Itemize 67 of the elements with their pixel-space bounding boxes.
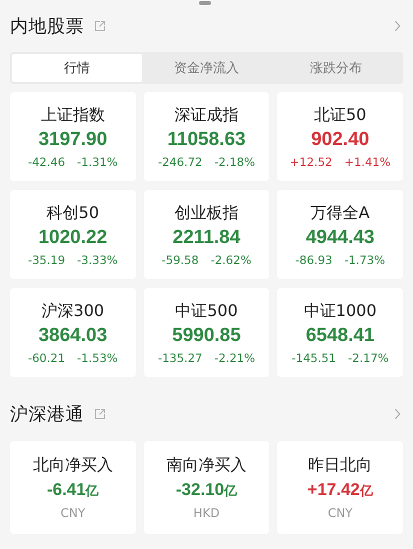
flow-card[interactable]: 南向净买入 -32.10亿 HKD (144, 441, 270, 534)
index-name: 万得全A (310, 202, 370, 224)
section-title: 沪深港通 (10, 403, 84, 426)
flow-name: 昨日北向 (308, 454, 372, 476)
change-value: +12.52 (290, 154, 332, 170)
flow-value: +17.42亿 (307, 479, 373, 501)
index-card[interactable]: 创业板指 2211.84 -59.58 -2.62% (144, 190, 270, 279)
change-percent: -2.62% (210, 252, 252, 268)
index-value: 5990.85 (172, 324, 241, 348)
change-percent: -2.18% (214, 154, 256, 170)
currency-label: CNY (60, 505, 86, 521)
change-value: -86.93 (295, 252, 332, 268)
index-value: 6548.41 (306, 324, 374, 348)
index-value: 11058.63 (167, 128, 246, 152)
flow-card[interactable]: 北向净买入 -6.41亿 CNY (10, 441, 136, 534)
chevron-right-icon[interactable] (394, 408, 401, 420)
share-icon[interactable] (94, 408, 106, 420)
change-percent: +1.41% (344, 154, 391, 170)
index-value: 1020.22 (38, 226, 108, 250)
share-icon[interactable] (94, 20, 106, 32)
change-percent: -1.53% (77, 350, 118, 366)
index-card[interactable]: 科创50 1020.22 -35.19 -3.33% (10, 190, 136, 279)
index-card[interactable]: 中证1000 6548.41 -145.51 -2.17% (277, 288, 403, 377)
change-percent: -1.73% (344, 252, 386, 268)
index-value: 3864.03 (38, 324, 108, 348)
tab[interactable]: 涨跌分布 (271, 54, 402, 82)
tab[interactable]: 行情 (12, 54, 142, 82)
index-card[interactable]: 深证成指 11058.63 -246.72 -2.18% (144, 92, 270, 181)
currency-label: CNY (328, 505, 352, 521)
change-value: -145.51 (292, 350, 336, 366)
index-card[interactable]: 万得全A 4944.43 -86.93 -1.73% (277, 190, 403, 279)
flow-value: -32.10亿 (176, 479, 238, 501)
index-name: 创业板指 (174, 202, 238, 224)
chevron-right-icon[interactable] (394, 20, 401, 32)
change-value: -42.46 (28, 154, 66, 170)
index-name: 中证500 (175, 300, 238, 322)
index-card[interactable]: 上证指数 3197.90 -42.46 -1.31% (10, 92, 136, 181)
flow-name: 南向净买入 (166, 454, 246, 476)
index-card[interactable]: 沪深300 3864.03 -60.21 -1.53% (10, 288, 136, 377)
change-percent: -1.31% (77, 154, 118, 170)
index-name: 中证1000 (304, 300, 377, 322)
change-value: -246.72 (158, 154, 202, 170)
flow-value: -6.41亿 (46, 479, 99, 501)
change-value: -59.58 (162, 252, 199, 268)
tab[interactable]: 资金净流入 (142, 54, 272, 82)
drag-handle[interactable] (199, 1, 211, 5)
index-name: 深证成指 (174, 104, 238, 126)
index-card[interactable]: 北证50 902.40 +12.52 +1.41% (277, 92, 403, 181)
index-name: 上证指数 (40, 104, 105, 126)
change-value: -35.19 (28, 252, 66, 268)
flow-name: 北向净买入 (32, 454, 113, 476)
index-name: 科创50 (46, 202, 99, 224)
change-value: -60.21 (28, 350, 66, 366)
index-value: 4944.43 (306, 226, 374, 250)
index-value: 902.40 (311, 128, 370, 152)
change-percent: -2.17% (348, 350, 389, 366)
index-value: 2211.84 (172, 226, 240, 250)
index-name: 沪深300 (42, 300, 104, 322)
index-value: 3197.90 (38, 128, 108, 152)
change-value: -135.27 (158, 350, 202, 366)
flow-card[interactable]: 昨日北向 +17.42亿 CNY (277, 441, 403, 534)
change-percent: -3.33% (77, 252, 118, 268)
section-title: 内地股票 (10, 15, 84, 38)
currency-label: HKD (193, 505, 220, 521)
change-percent: -2.21% (214, 350, 256, 366)
index-card[interactable]: 中证500 5990.85 -135.27 -2.21% (144, 288, 270, 377)
index-name: 北证50 (314, 104, 366, 126)
